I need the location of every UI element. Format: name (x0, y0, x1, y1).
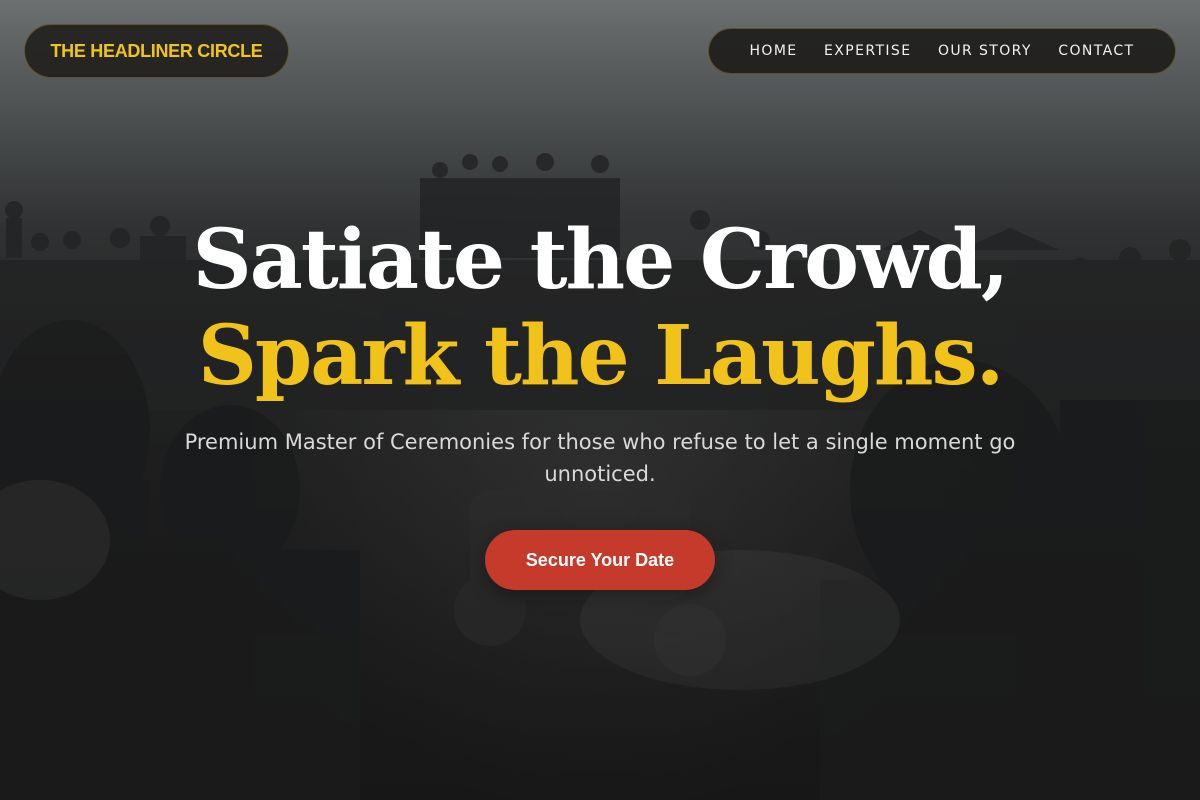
headline-line-1: Satiate the Crowd, (192, 212, 1010, 308)
nav-link-home[interactable]: HOME (749, 43, 797, 59)
brand-logo[interactable]: THE HEADLINER CIRCLE (24, 24, 289, 78)
hero-headline: Satiate the Crowd, Spark the Laughs. (0, 212, 1200, 404)
hero-subtitle: Premium Master of Ceremonies for those w… (184, 430, 1016, 486)
secure-date-button[interactable]: Secure Your Date (485, 530, 715, 590)
nav-link-our-story[interactable]: OUR STORY (938, 43, 1032, 59)
nav-link-contact[interactable]: CONTACT (1058, 43, 1134, 59)
main-nav: HOME EXPERTISE OUR STORY CONTACT (708, 28, 1176, 74)
nav-link-expertise[interactable]: EXPERTISE (824, 43, 911, 59)
headline-line-2: Spark the Laughs. (197, 308, 1005, 404)
